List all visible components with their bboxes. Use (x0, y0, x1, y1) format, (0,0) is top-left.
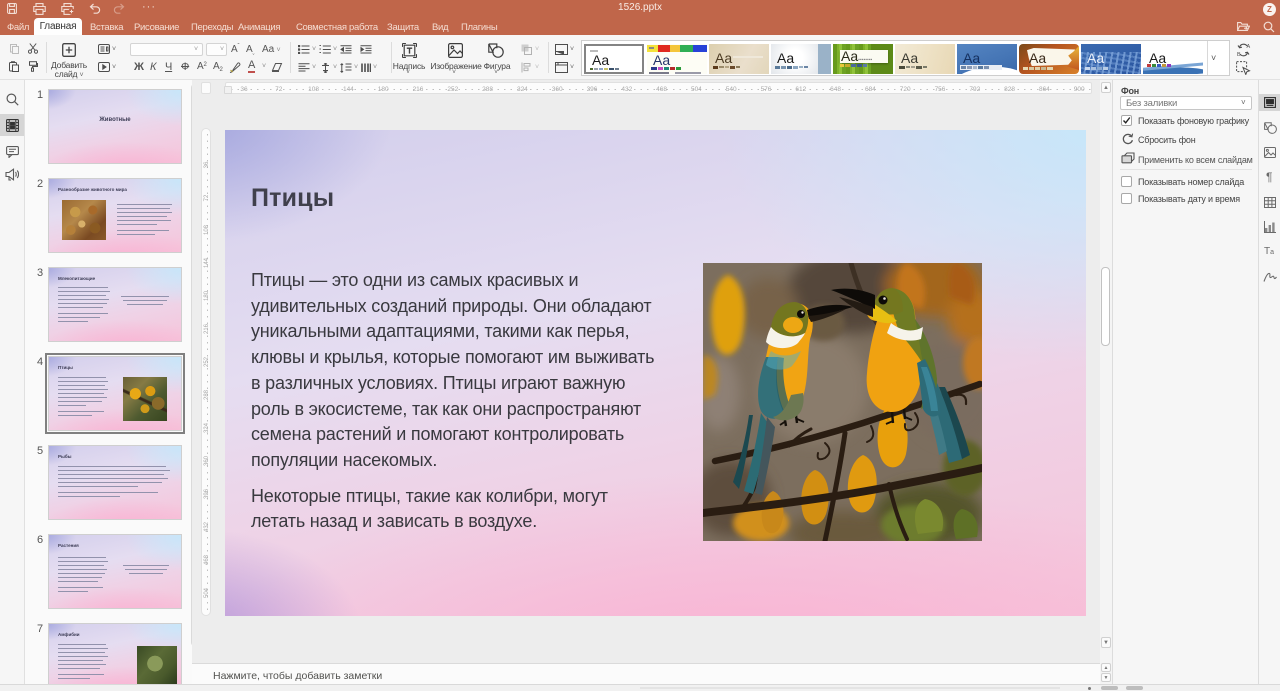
svg-text:A: A (1247, 44, 1251, 50)
svg-text:B: B (1237, 52, 1241, 57)
